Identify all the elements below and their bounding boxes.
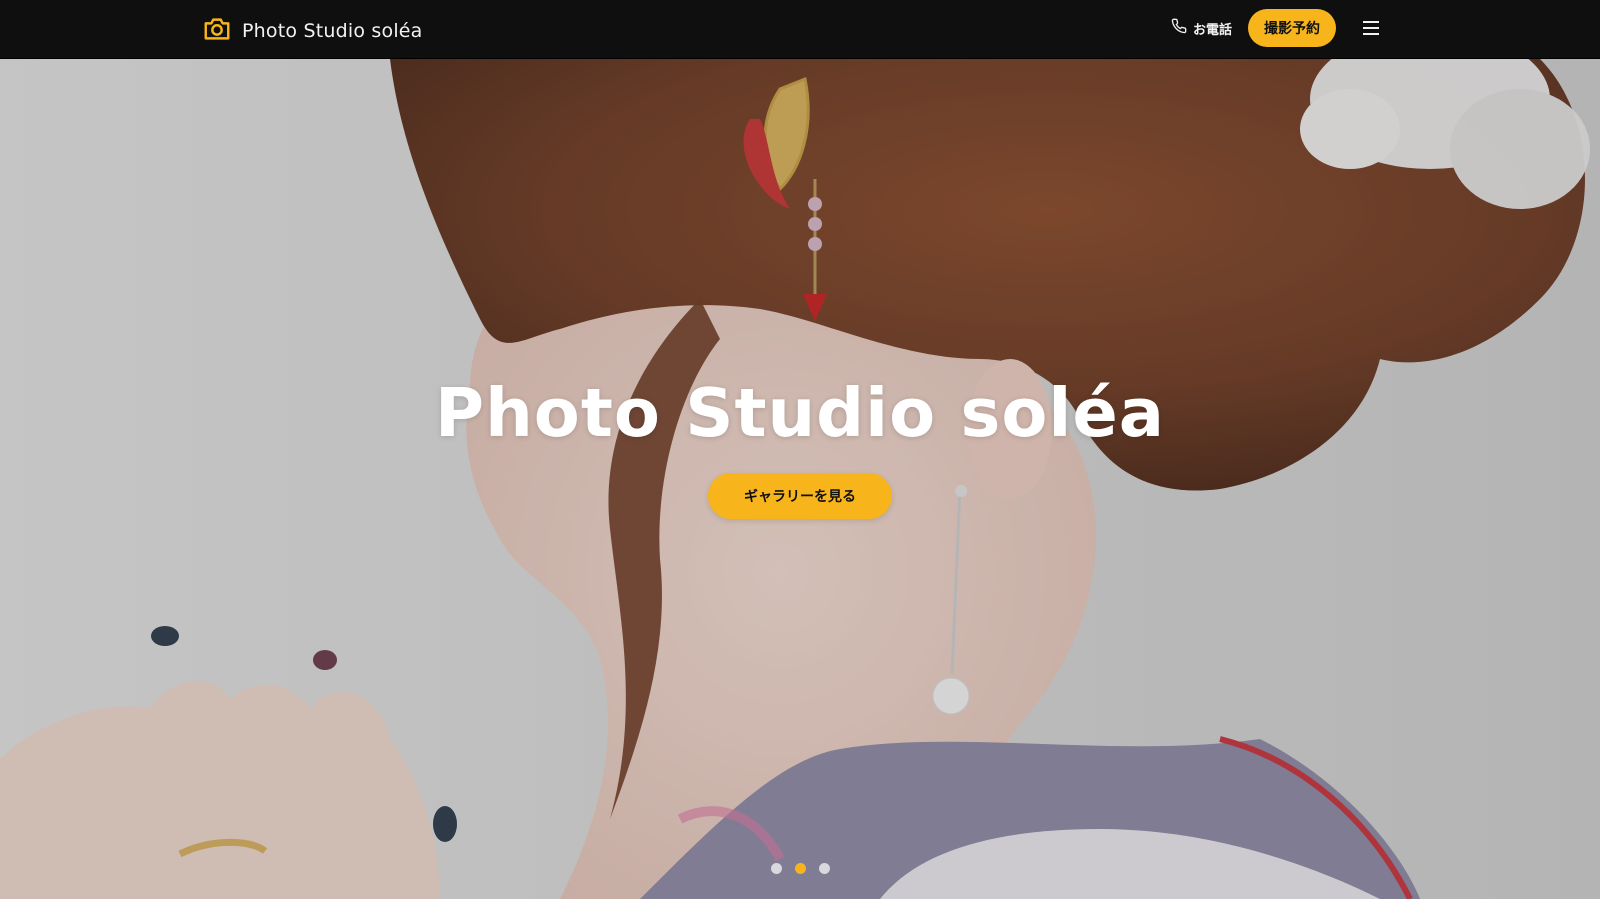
- camera-icon: [202, 14, 232, 48]
- slide-dot-1[interactable]: [770, 863, 782, 874]
- slide-dot-3[interactable]: [818, 863, 830, 874]
- slider-pagination: [0, 863, 1600, 874]
- booking-button[interactable]: 撮影予約: [1248, 9, 1336, 47]
- header-actions: お電話 撮影予約: [1171, 9, 1384, 47]
- view-gallery-button[interactable]: ギャラリーを見る: [708, 473, 892, 519]
- hero-slider: Photo Studio soléa ギャラリーを見る: [0, 59, 1600, 899]
- site-header: Photo Studio soléa お電話 撮影予約: [0, 0, 1600, 59]
- hero-title: Photo Studio soléa: [434, 374, 1165, 452]
- brand-name: Photo Studio soléa: [242, 20, 423, 42]
- hamburger-menu-icon[interactable]: [1358, 9, 1384, 47]
- phone-link[interactable]: お電話: [1171, 18, 1232, 38]
- phone-label: お電話: [1192, 22, 1232, 38]
- phone-icon: [1171, 18, 1187, 38]
- slide-dot-2[interactable]: [794, 863, 806, 874]
- brand-logo-link[interactable]: Photo Studio soléa: [202, 14, 423, 48]
